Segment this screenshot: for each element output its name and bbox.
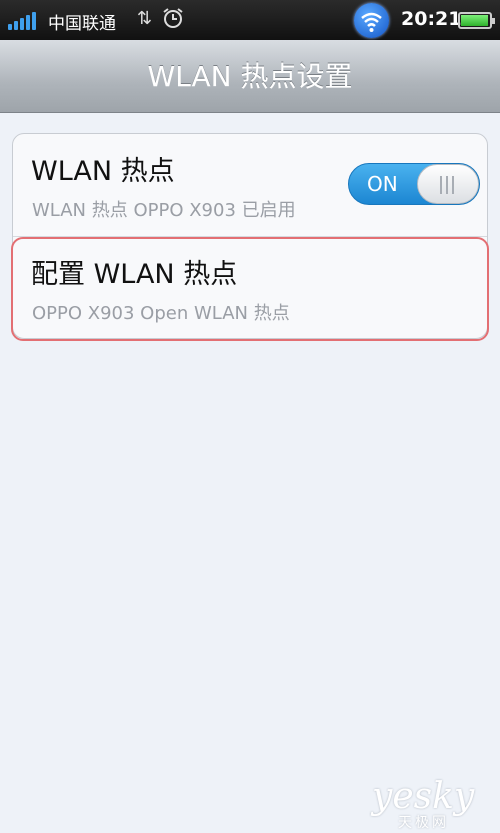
grip-icon — [440, 176, 456, 194]
title-bar: WLAN 热点设置 — [0, 40, 500, 113]
hotspot-row[interactable]: WLAN 热点 WLAN 热点 OPPO X903 已启用 ON — [13, 134, 487, 237]
settings-group: WLAN 热点 WLAN 热点 OPPO X903 已启用 ON 配置 WLAN… — [11, 133, 489, 341]
wifi-hotspot-icon — [354, 3, 389, 38]
battery-level — [461, 15, 488, 26]
configure-subtitle: OPPO X903 Open WLAN 热点 — [32, 303, 290, 324]
alarm-icon — [163, 8, 183, 28]
clock: 20:21 — [401, 8, 462, 30]
toggle-on-label: ON — [367, 172, 398, 196]
configure-title: 配置 WLAN 热点 — [31, 259, 238, 290]
carrier-name: 中国联通 — [48, 14, 116, 34]
status-bar: 中国联通 ⇅ 20:21 — [0, 0, 500, 40]
hotspot-toggle[interactable]: ON — [348, 163, 480, 205]
hotspot-subtitle: WLAN 热点 OPPO X903 已启用 — [32, 200, 296, 221]
hotspot-title: WLAN 热点 — [31, 156, 175, 187]
watermark-sub: 天极网 — [398, 815, 449, 831]
battery-icon — [458, 12, 495, 29]
usb-debug-icon: ⇅ — [137, 8, 153, 29]
page-title: WLAN 热点设置 — [147, 60, 353, 93]
signal-icon — [8, 10, 38, 30]
toggle-knob[interactable] — [417, 164, 479, 204]
watermark-logo: yesky — [372, 776, 475, 817]
